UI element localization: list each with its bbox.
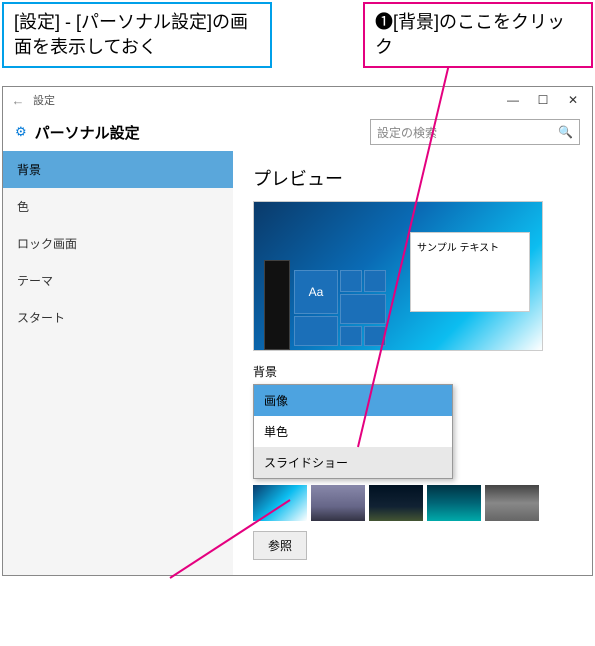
callout-step-1: ❶[背景]のここをクリック <box>363 2 593 68</box>
header: ⚙ パーソナル設定 設定の検索 🔍 <box>3 113 592 151</box>
sidebar-item-themes[interactable]: テーマ <box>3 262 233 299</box>
sidebar-item-colors[interactable]: 色 <box>3 188 233 225</box>
preview-heading: プレビュー <box>253 165 578 191</box>
background-label: 背景 <box>253 363 578 380</box>
desktop-preview: Aa サンプル テキスト <box>253 201 543 351</box>
sample-window: サンプル テキスト <box>410 232 530 312</box>
thumbnail[interactable] <box>427 485 481 521</box>
main-panel: プレビュー Aa サンプル テキスト 背景 画像 単色 スライドショー <box>233 151 592 575</box>
search-input[interactable]: 設定の検索 🔍 <box>370 119 580 145</box>
maximize-button[interactable]: ☐ <box>528 93 558 107</box>
search-icon: 🔍 <box>558 125 573 139</box>
sidebar-item-lockscreen[interactable]: ロック画面 <box>3 225 233 262</box>
gear-icon: ⚙ <box>15 124 27 140</box>
titlebar: ← 設定 — ☐ ✕ <box>3 87 592 113</box>
dropdown-option-solid[interactable]: 単色 <box>254 416 452 447</box>
minimize-button[interactable]: — <box>498 93 528 107</box>
aa-tile: Aa <box>294 270 338 314</box>
thumbnail-strip <box>253 485 578 521</box>
page-title: パーソナル設定 <box>35 122 370 143</box>
settings-window: ← 設定 — ☐ ✕ ⚙ パーソナル設定 設定の検索 🔍 背景 色 ロック画面 … <box>2 86 593 576</box>
dropdown-option-picture[interactable]: 画像 <box>254 385 452 416</box>
sidebar-item-background[interactable]: 背景 <box>3 151 233 188</box>
window-title: 設定 <box>29 92 498 108</box>
back-button[interactable]: ← <box>7 93 29 108</box>
thumbnail[interactable] <box>311 485 365 521</box>
search-placeholder: 設定の検索 <box>377 124 558 141</box>
callout-precondition: [設定] - [パーソナル設定]の画面を表示しておく <box>2 2 272 68</box>
sidebar-item-start[interactable]: スタート <box>3 299 233 336</box>
start-tiles: Aa <box>264 250 394 350</box>
background-dropdown[interactable]: 画像 単色 スライドショー <box>253 384 453 479</box>
thumbnail[interactable] <box>369 485 423 521</box>
dropdown-option-slideshow[interactable]: スライドショー <box>254 447 452 478</box>
browse-button[interactable]: 参照 <box>253 531 307 560</box>
thumbnail[interactable] <box>485 485 539 521</box>
sidebar: 背景 色 ロック画面 テーマ スタート <box>3 151 233 575</box>
thumbnail[interactable] <box>253 485 307 521</box>
close-button[interactable]: ✕ <box>558 93 588 107</box>
content: 背景 色 ロック画面 テーマ スタート プレビュー Aa サンプル テキスト <box>3 151 592 575</box>
